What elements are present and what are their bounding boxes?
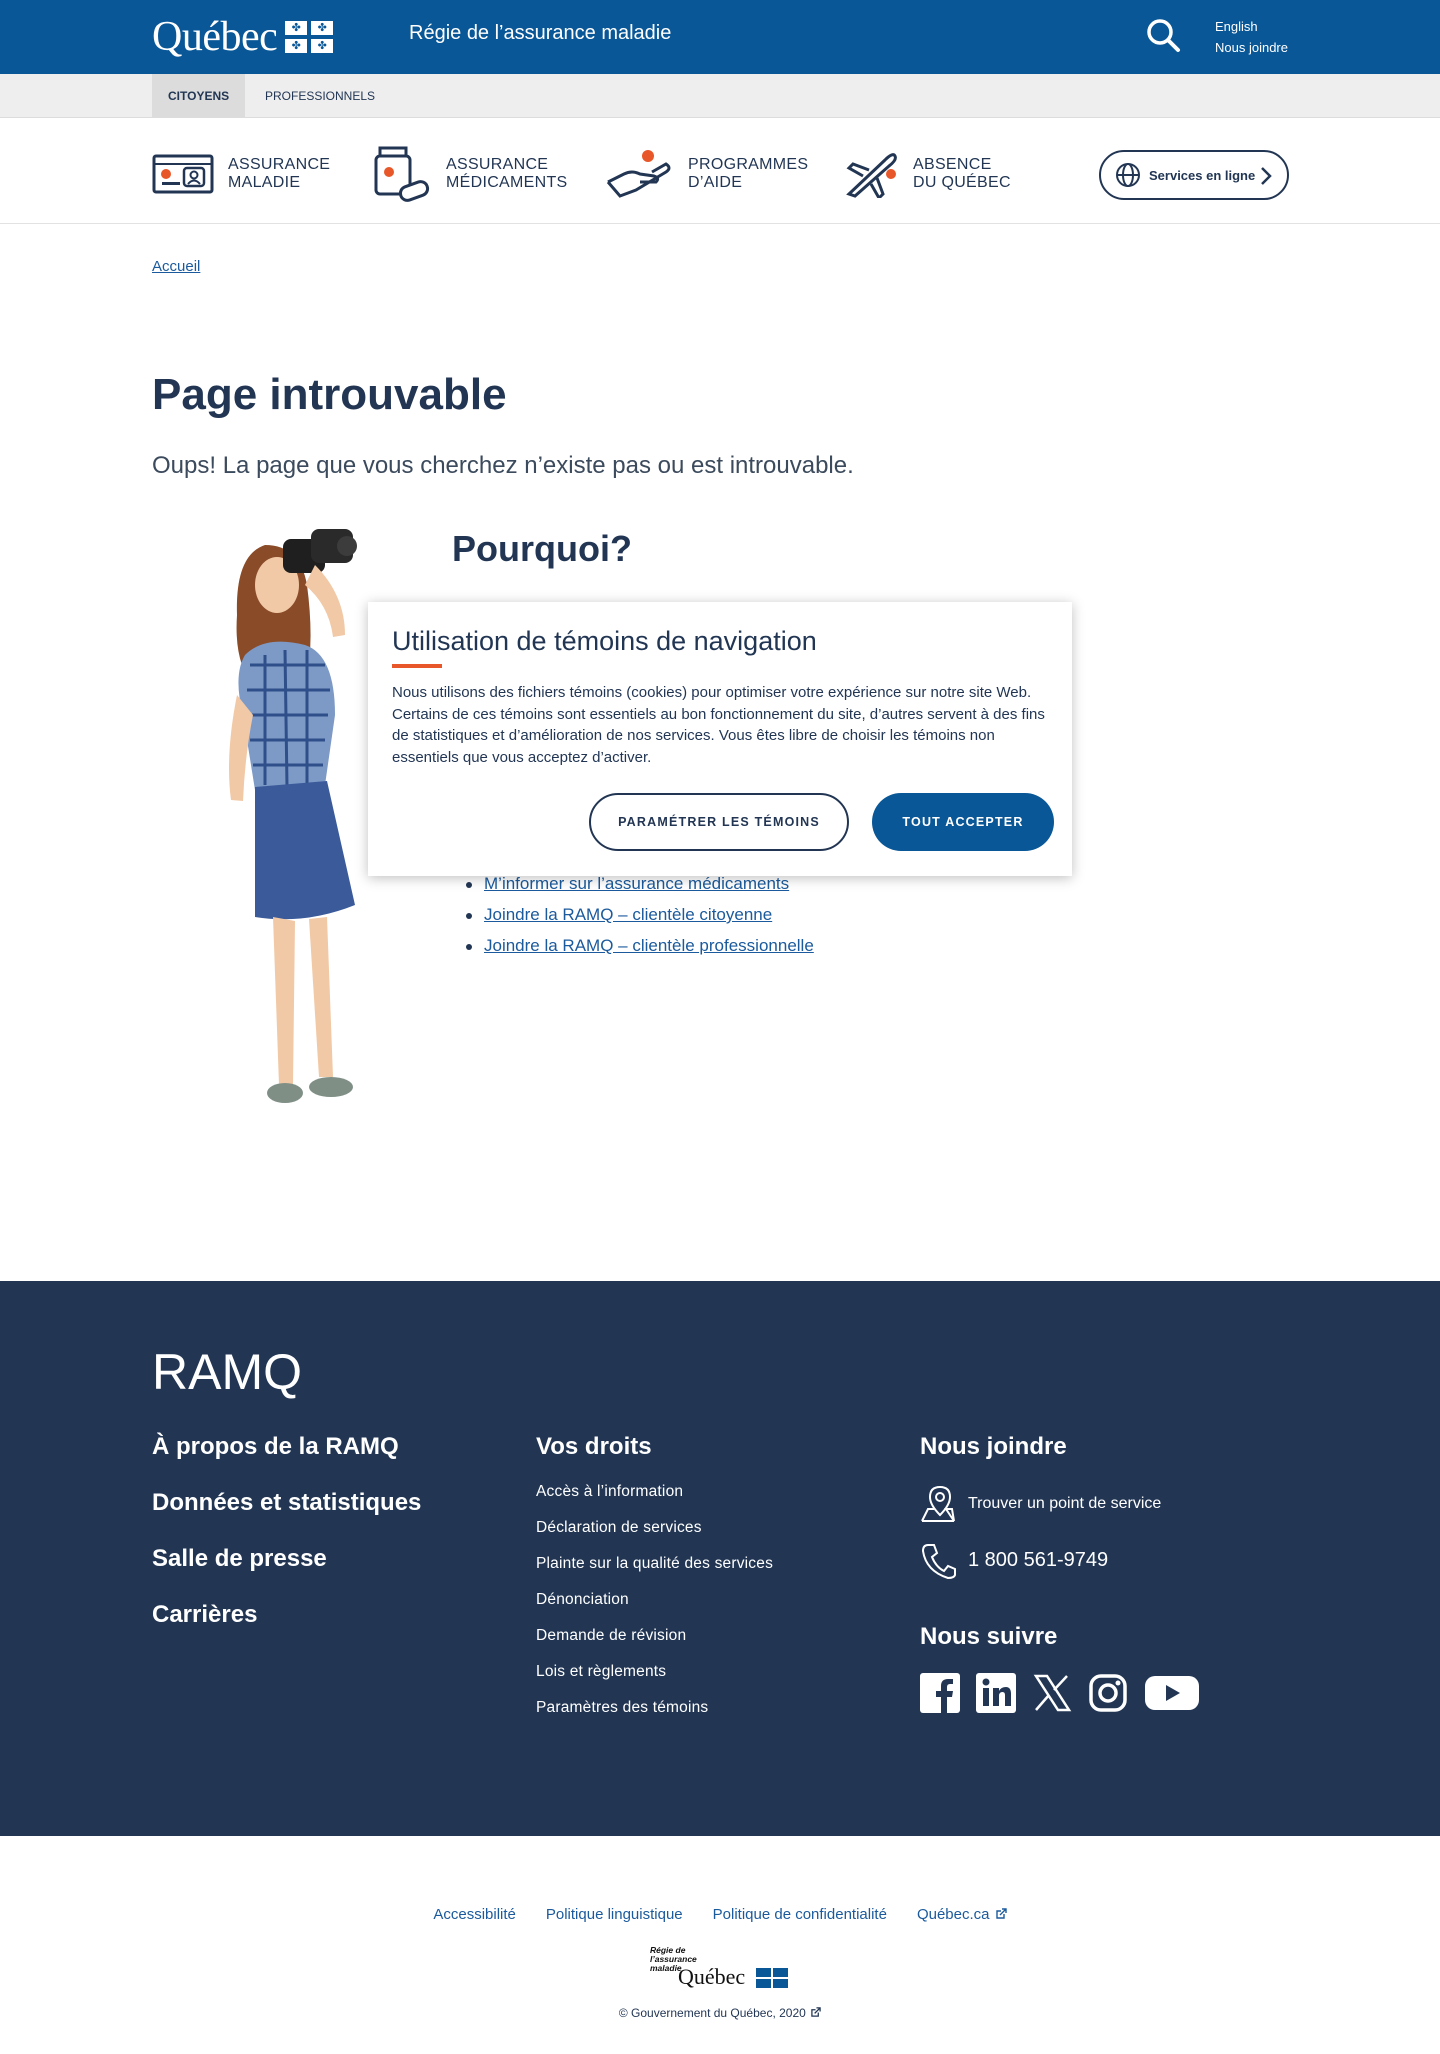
nav-absence-quebec[interactable]: ABSENCE DU QUÉBEC [845,148,1011,200]
cookie-settings-button[interactable]: PARAMÉTRER LES TÉMOINS [589,793,849,851]
external-link-icon [811,2007,821,2017]
contact-link[interactable]: Nous joindre [1215,37,1288,58]
services-label: Services en ligne [1149,167,1256,183]
nav-programmes-aide[interactable]: PROGRAMMES D’AIDE [606,148,808,200]
footer-link-carrieres[interactable]: Carrières [152,1601,257,1629]
search-icon [1147,19,1180,52]
phone-icon [921,1544,956,1579]
list-item: Joindre la RAMQ – clientèle citoyenne [466,903,814,934]
nav-label: ABSENCE DU QUÉBEC [913,156,1011,191]
link-accessibilite[interactable]: Accessibilité [433,1906,516,1923]
youtube-icon[interactable] [1144,1673,1200,1718]
english-link[interactable]: English [1215,16,1288,37]
phone-link[interactable]: 1 800 561-9749 [920,1541,1108,1579]
link-politique-confidentialite[interactable]: Politique de confidentialité [713,1906,887,1923]
instagram-icon[interactable] [1088,1673,1128,1718]
x-twitter-icon[interactable] [1032,1673,1072,1718]
follow-heading: Nous suivre [920,1623,1058,1650]
search-button[interactable] [1144,16,1184,56]
cookie-title: Utilisation de témoins de navigation [392,626,817,656]
link-quebec-ca[interactable]: Québec.ca [917,1906,1007,1923]
link-politique-linguistique[interactable]: Politique linguistique [546,1906,683,1923]
why-title: Pourquoi? [452,528,632,569]
top-header: Québec ✤ ✤ ✤ ✤ Régie de l’assurance maladie… [0,0,1440,74]
footer-link-acces-information[interactable]: Accès à l’information [536,1483,683,1501]
breadcrumb-accueil[interactable]: Accueil [152,258,200,275]
footer-brand: RAMQ [152,1344,302,1400]
nav-assurance-maladie[interactable]: ASSURANCE MALADIE [152,148,330,200]
health-card-icon [152,154,214,194]
footer-link-salle-presse[interactable]: Salle de presse [152,1545,327,1573]
link-joindre-professionnelle[interactable]: Joindre la RAMQ – clientèle professionne… [484,936,814,955]
main-navigation: ASSURANCE MALADIE ASSURANCE MÉDICAMENTS PR… [0,118,1440,224]
copyright: © Gouvernement du Québec, 2020 [0,2006,1440,2020]
sub-footer: Accessibilité Politique linguistique Pol… [0,1836,1440,2054]
rights-heading: Vos droits [536,1433,652,1460]
list-item: Joindre la RAMQ – clientèle professionne… [466,934,814,965]
accept-all-button[interactable]: TOUT ACCEPTER [872,793,1054,851]
globe-icon [1116,163,1140,187]
contact-heading: Nous joindre [920,1433,1067,1460]
linkedin-icon[interactable] [976,1673,1016,1718]
service-point-link[interactable]: Trouver un point de service [920,1485,1161,1523]
page-title: Page introuvable [152,370,507,419]
footer-link-parametres-temoins[interactable]: Paramètres des témoins [536,1699,708,1717]
page-lead: Oups! La page que vous cherchez n’existe… [152,452,854,479]
site-footer: RAMQ À propos de la RAMQ Données et stat… [0,1281,1440,1836]
nav-label: PROGRAMMES D’AIDE [688,156,809,191]
helping-hand-icon [606,150,671,198]
ramq-quebec-logo[interactable]: Régie de l’assurance maladie Québec [650,1946,792,1990]
link-assurance-medicaments[interactable]: M’informer sur l’assurance médicaments [484,874,789,893]
nav-assurance-medicaments[interactable]: ASSURANCE MÉDICAMENTS [372,146,568,202]
link-joindre-citoyenne[interactable]: Joindre la RAMQ – clientèle citoyenne [484,905,772,924]
chevron-right-icon [1261,167,1272,185]
tab-citoyens[interactable]: CITOYENS [152,74,246,118]
logo-word: Québec [678,1964,746,1989]
footer-link-plainte[interactable]: Plainte sur la qualité des services [536,1555,773,1573]
service-point-label: Trouver un point de service [968,1495,1162,1512]
title-accent-bar [392,664,442,668]
footer-link-revision[interactable]: Demande de révision [536,1627,686,1645]
airplane-icon [846,153,897,198]
footer-link-a-propos[interactable]: À propos de la RAMQ [152,1433,399,1461]
cookie-body: Nous utilisons des fichiers témoins (coo… [392,684,1045,766]
footer-link-donnees[interactable]: Données et statistiques [152,1489,421,1517]
header-links: English Nous joindre [1215,16,1288,58]
nav-label: ASSURANCE MALADIE [228,156,331,191]
site-name[interactable]: Régie de l’assurance maladie [409,22,671,45]
facebook-icon[interactable] [920,1673,960,1718]
footer-link-declaration[interactable]: Déclaration de services [536,1519,702,1537]
external-link-icon [995,1908,1007,1919]
list-item: M’informer sur l’assurance médicaments [466,872,814,903]
audience-bar: CITOYENS PROFESSIONNELS [0,74,1440,118]
map-pin-icon [921,1485,955,1522]
nav-label: ASSURANCE MÉDICAMENTS [446,156,568,191]
helpful-links-list: M’informer sur l’assurance médicaments J… [466,872,814,965]
footer-link-denonciation[interactable]: Dénonciation [536,1591,629,1609]
fleurdelise-icon: ✤ ✤ ✤ ✤ [285,21,334,53]
cookie-consent-dialog: Utilisation de témoins de navigation Nou… [368,602,1072,876]
tab-professionnels[interactable]: PROFESSIONNELS [249,74,391,118]
legal-links: Accessibilité Politique linguistique Pol… [0,1906,1440,1923]
footer-link-lois[interactable]: Lois et règlements [536,1663,666,1681]
social-links [920,1673,1216,1718]
medication-icon [374,146,430,202]
services-en-ligne-button[interactable]: Services en ligne [1099,150,1289,200]
quebec-logo[interactable]: Québec ✤ ✤ ✤ ✤ [152,14,334,60]
phone-number: 1 800 561-9749 [968,1548,1109,1571]
logo-wordmark: Québec [152,14,278,60]
fleurdelise-icon [756,1968,788,1988]
